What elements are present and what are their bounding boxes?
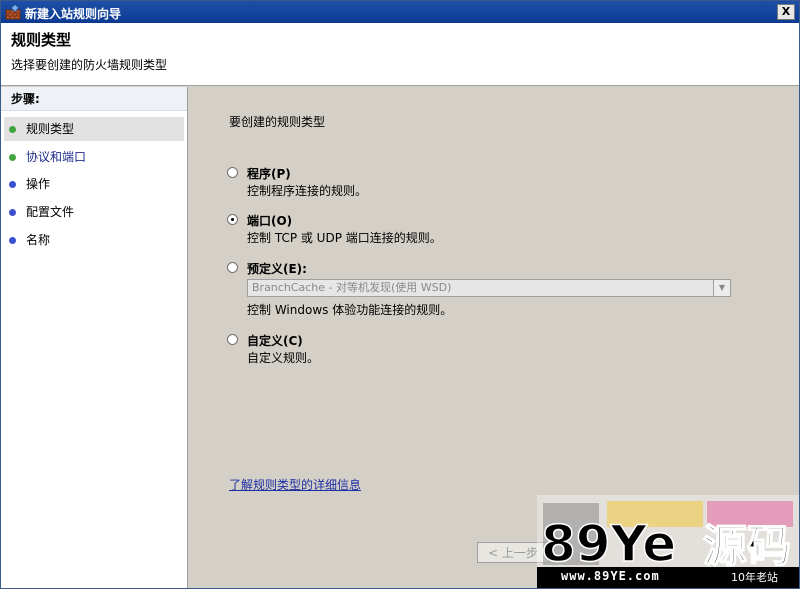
option-label: 预定义(E): bbox=[247, 262, 307, 276]
custom-radio[interactable] bbox=[227, 334, 238, 345]
learn-more-link[interactable]: 了解规则类型的详细信息 bbox=[229, 476, 361, 493]
svg-text:89Ye: 89Ye bbox=[541, 515, 676, 573]
steps-sidebar: 步骤: 规则类型 协议和端口 操作 配置文件 名称 bbox=[1, 87, 188, 588]
port-radio[interactable] bbox=[227, 214, 238, 225]
step-label: 配置文件 bbox=[26, 205, 75, 219]
step-name[interactable]: 名称 bbox=[4, 228, 184, 252]
close-button[interactable]: X bbox=[777, 4, 795, 20]
predefined-radio[interactable] bbox=[227, 262, 238, 273]
wizard-header: 规则类型 选择要创建的防火墙规则类型 bbox=[1, 23, 799, 86]
title-bar: 新建入站规则向导 X bbox=[1, 1, 799, 23]
step-pending-dot-icon bbox=[9, 209, 16, 216]
step-action[interactable]: 操作 bbox=[4, 172, 184, 196]
option-description: 自定义规则。 bbox=[247, 351, 320, 365]
step-profile[interactable]: 配置文件 bbox=[4, 200, 184, 224]
option-label: 端口(O) bbox=[247, 214, 293, 228]
predefined-rule-select: BranchCache - 对等机发现(使用 WSD) ▼ bbox=[247, 279, 731, 297]
step-label: 操作 bbox=[26, 177, 51, 191]
watermark-domain: www.89YE.com bbox=[561, 569, 660, 583]
option-description: 控制程序连接的规则。 bbox=[247, 184, 368, 198]
program-radio[interactable] bbox=[227, 167, 238, 178]
step-rule-type[interactable]: 规则类型 bbox=[4, 117, 184, 141]
option-description: 控制 TCP 或 UDP 端口连接的规则。 bbox=[247, 231, 442, 245]
step-complete-dot-icon bbox=[9, 154, 16, 161]
step-pending-dot-icon bbox=[9, 181, 16, 188]
page-subtitle: 选择要创建的防火墙规则类型 bbox=[11, 58, 168, 72]
select-value: BranchCache - 对等机发现(使用 WSD) bbox=[252, 281, 452, 294]
option-label: 自定义(C) bbox=[247, 334, 303, 348]
firewall-icon bbox=[5, 4, 21, 20]
steps-title: 步骤: bbox=[1, 87, 187, 111]
step-complete-dot-icon bbox=[9, 126, 16, 133]
watermark-tag: 10年老站 bbox=[731, 571, 778, 584]
svg-text:源码: 源码 bbox=[703, 521, 791, 572]
step-label: 规则类型 bbox=[26, 122, 75, 136]
option-description: 控制 Windows 体验功能连接的规则。 bbox=[247, 303, 453, 317]
step-pending-dot-icon bbox=[9, 237, 16, 244]
step-label: 协议和端口 bbox=[26, 150, 87, 164]
window-title: 新建入站规则向导 bbox=[25, 7, 122, 21]
page-title: 规则类型 bbox=[11, 31, 72, 49]
step-protocol-ports[interactable]: 协议和端口 bbox=[4, 145, 184, 169]
chevron-down-icon: ▼ bbox=[713, 280, 730, 296]
rule-type-prompt: 要创建的规则类型 bbox=[229, 115, 326, 129]
step-label: 名称 bbox=[26, 233, 51, 247]
option-label: 程序(P) bbox=[247, 167, 291, 181]
wizard-window: 新建入站规则向导 X 规则类型 选择要创建的防火墙规则类型 步骤: 规则类型 协… bbox=[0, 0, 800, 589]
